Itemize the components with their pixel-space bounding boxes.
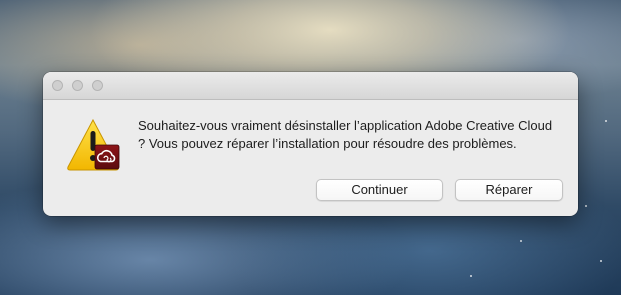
wallpaper-star: [585, 205, 587, 207]
close-window-button[interactable]: [52, 80, 63, 91]
minimize-window-button[interactable]: [72, 80, 83, 91]
adobe-creative-cloud-badge-icon: [94, 144, 120, 170]
wallpaper-star: [600, 260, 602, 262]
wallpaper-star: [470, 275, 472, 277]
alert-message: Souhaitez-vous vraiment désinstaller l’a…: [138, 118, 553, 151]
continue-button[interactable]: Continuer: [316, 179, 443, 201]
wallpaper-star: [520, 240, 522, 242]
repair-button[interactable]: Réparer: [455, 179, 563, 201]
warning-icon: [67, 118, 120, 171]
title-bar[interactable]: [43, 72, 578, 100]
uninstall-alert-dialog: Souhaitez-vous vraiment désinstaller l’a…: [43, 72, 578, 216]
wallpaper-star: [605, 120, 607, 122]
zoom-window-button[interactable]: [92, 80, 103, 91]
